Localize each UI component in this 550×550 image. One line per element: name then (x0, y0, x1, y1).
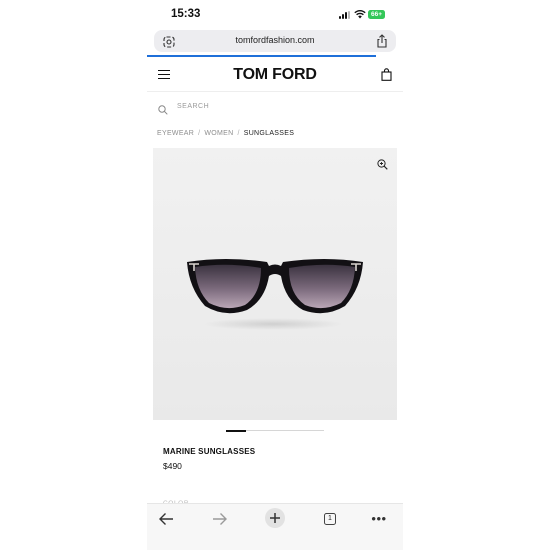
site-header: TOM FORD (147, 58, 403, 92)
forward-arrow-icon[interactable] (210, 510, 230, 528)
sunglasses-shadow (203, 318, 343, 330)
bag-icon[interactable] (381, 68, 392, 81)
zoom-icon[interactable] (377, 157, 388, 170)
breadcrumb-separator: / (198, 130, 201, 137)
search-placeholder[interactable]: SEARCH (177, 103, 209, 110)
tab-count[interactable]: 1 (324, 513, 336, 525)
breadcrumb: EYEWEAR / WOMEN / SUNGLASSES (157, 130, 294, 137)
browser-toolbar: 1 ••• (147, 503, 403, 550)
product-image[interactable] (153, 148, 397, 420)
product-name: MARINE SUNGLASSES (163, 447, 256, 456)
address-bar[interactable]: tomfordfashion.com (154, 30, 396, 52)
back-arrow-icon[interactable] (156, 510, 176, 528)
signal-icon (339, 11, 351, 19)
breadcrumb-eyewear[interactable]: EYEWEAR (157, 130, 194, 137)
phone-screen: 15:33 66+ tomfordfashion.com TOM FORD SE… (147, 0, 403, 550)
share-icon[interactable] (376, 34, 388, 48)
battery-indicator: 66+ (368, 10, 385, 19)
product-price: $490 (163, 461, 182, 471)
breadcrumb-sunglasses: SUNGLASSES (243, 130, 295, 137)
brand-logo[interactable]: TOM FORD (147, 66, 403, 84)
more-icon[interactable]: ••• (369, 510, 389, 528)
breadcrumb-separator: / (237, 130, 240, 137)
sunglasses-image (187, 259, 363, 314)
carousel-indicator[interactable] (226, 429, 324, 432)
carousel-active-segment (226, 429, 246, 432)
breadcrumb-women[interactable]: WOMEN (204, 130, 233, 137)
url-text[interactable]: tomfordfashion.com (154, 35, 396, 45)
page-load-progress (147, 55, 376, 57)
status-bar: 15:33 66+ (147, 0, 403, 28)
status-time: 15:33 (171, 8, 201, 20)
wifi-icon (354, 9, 366, 22)
search-icon[interactable] (158, 102, 168, 115)
tabs-icon[interactable]: 1 (320, 510, 340, 528)
plus-icon[interactable] (265, 508, 285, 528)
